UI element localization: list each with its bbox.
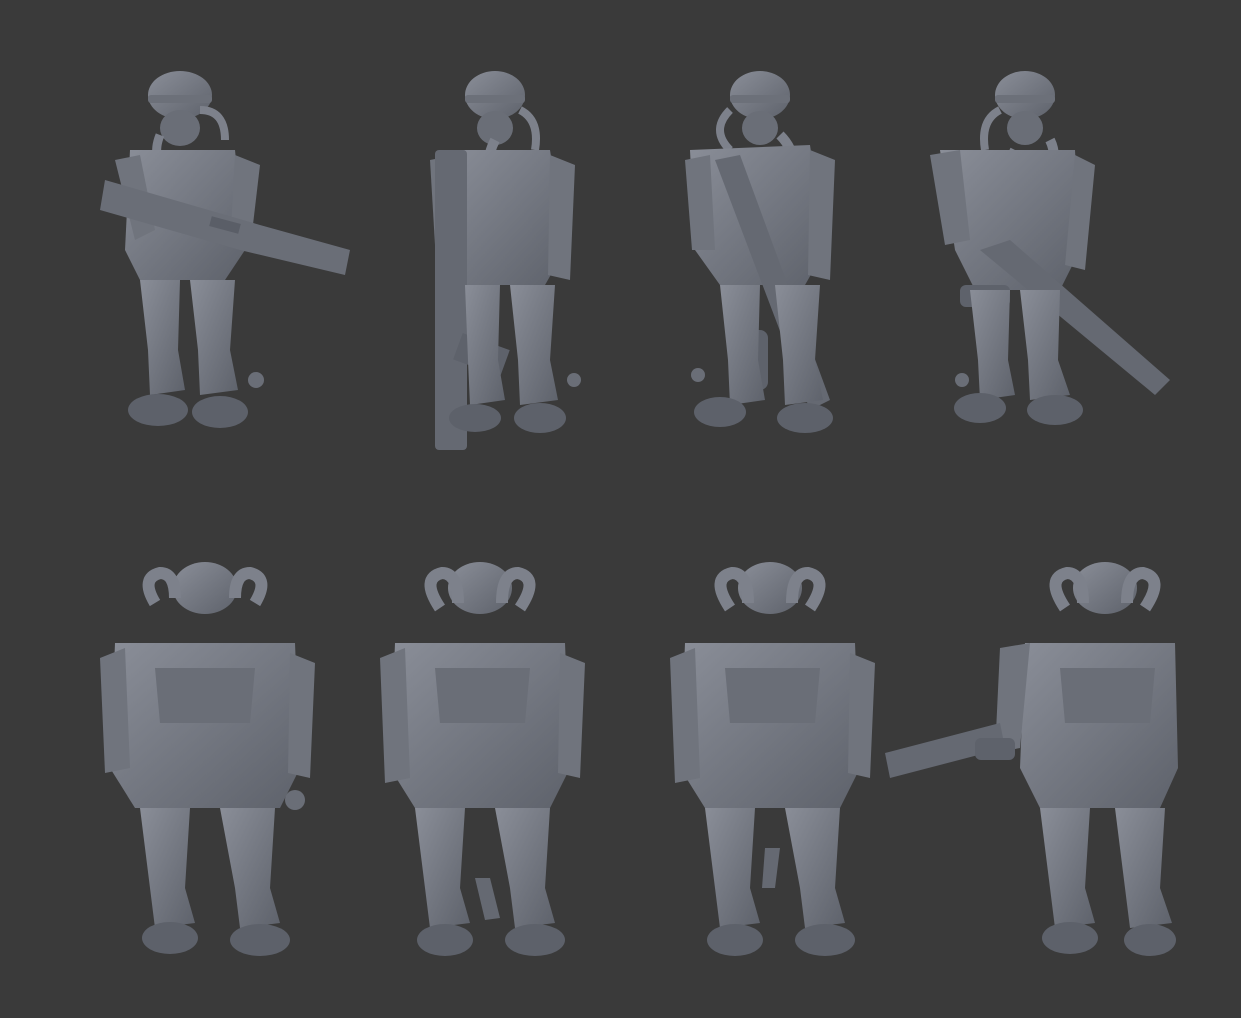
figure-front-2 [350, 50, 650, 490]
figure-back-2 [350, 548, 650, 988]
soldier-model-svg [885, 562, 1178, 956]
figure-front-1 [60, 50, 360, 490]
3d-viewport [0, 0, 1241, 1018]
soldier-model-svg [930, 71, 1170, 425]
figure-front-3 [620, 50, 920, 490]
soldier-model-svg [380, 562, 585, 956]
back-view-row [0, 548, 1241, 988]
figure-front-4 [880, 50, 1180, 490]
soldier-model-svg [100, 71, 350, 428]
figure-back-1 [60, 548, 360, 988]
figure-back-4 [880, 548, 1180, 988]
soldier-model-svg [430, 71, 581, 450]
soldier-model-svg [670, 562, 875, 956]
figure-back-3 [620, 548, 920, 988]
soldier-model-svg [100, 562, 315, 956]
front-view-row [0, 50, 1241, 490]
soldier-model-svg [685, 71, 835, 433]
